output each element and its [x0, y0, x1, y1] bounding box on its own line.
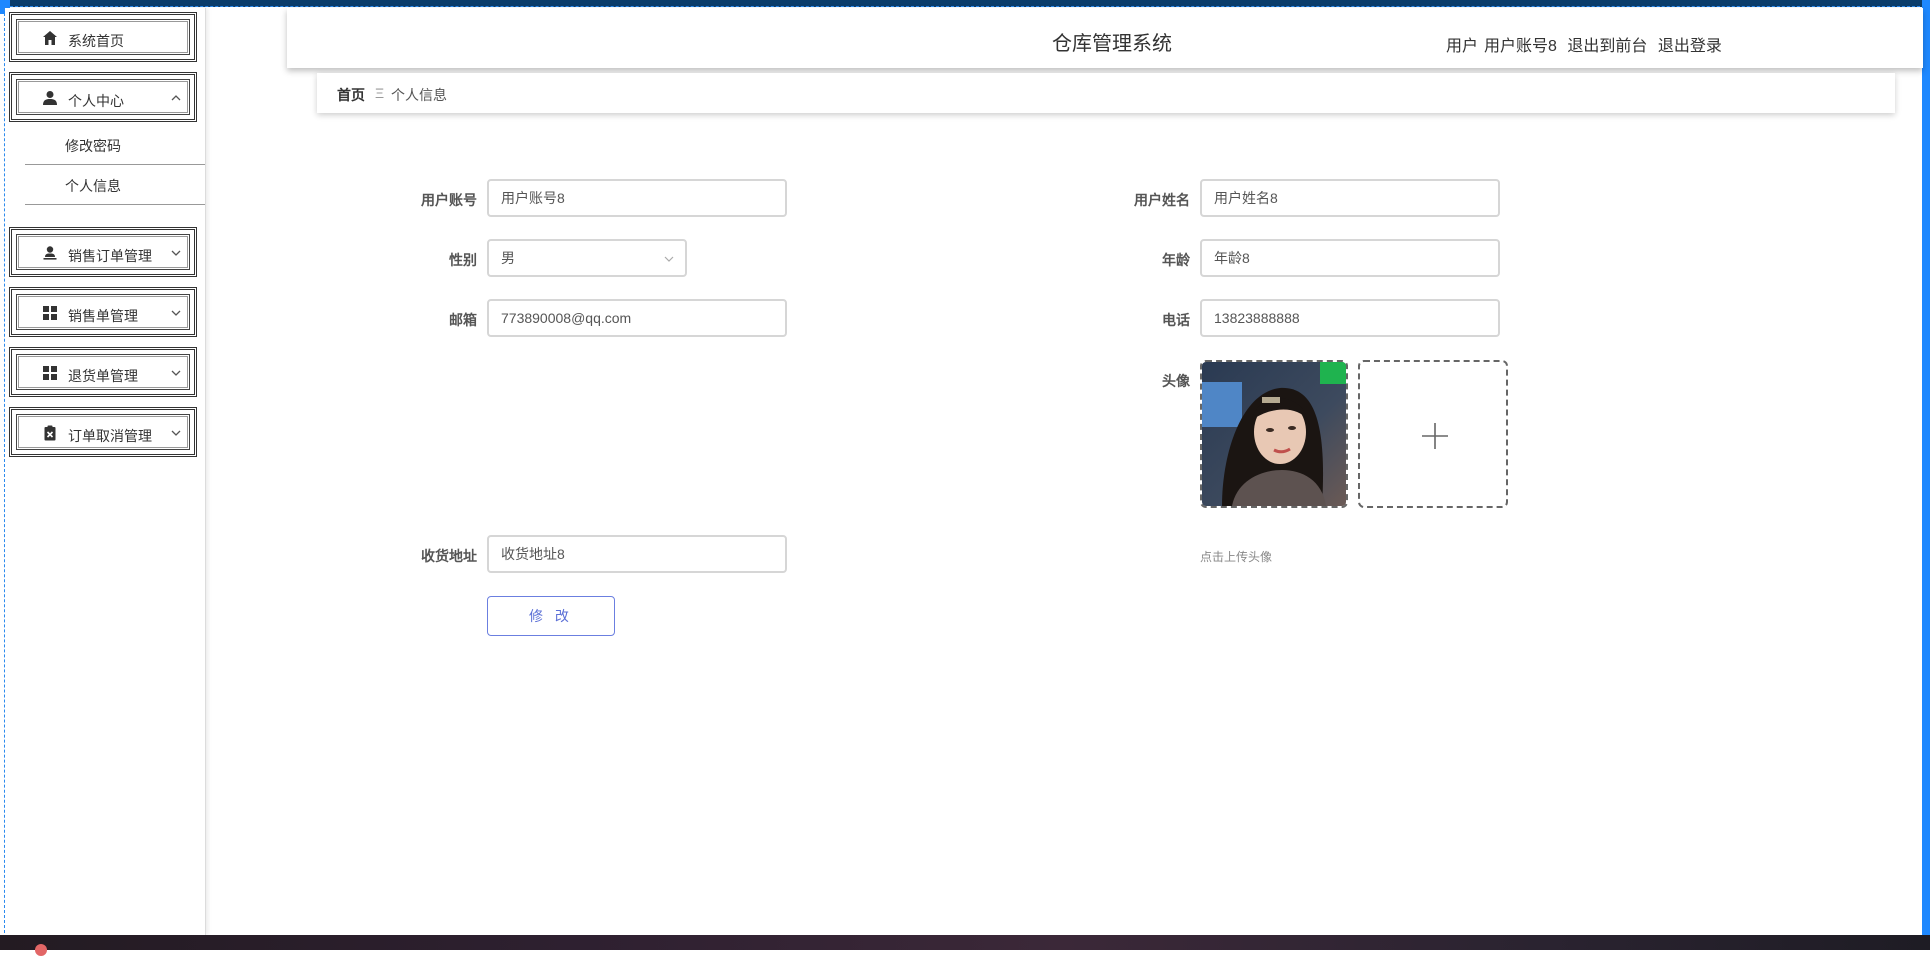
phone-label: 电话	[1162, 312, 1190, 328]
chevron-down-icon	[171, 430, 181, 436]
chevron-down-icon	[171, 370, 181, 376]
logout-link[interactable]: 退出登录	[1658, 38, 1722, 55]
chevron-down-icon	[171, 250, 181, 256]
sidebar-item-personal-info[interactable]: 个人信息	[25, 166, 205, 205]
app-title: 仓库管理系统	[1052, 33, 1172, 55]
menu-item-personal-center[interactable]: 个人中心	[9, 72, 197, 122]
menu-label-return: 退货单管理	[68, 368, 138, 384]
taskbar-app-icon	[35, 944, 47, 956]
email-field[interactable]	[487, 299, 787, 337]
menu-item-sales-order[interactable]: 销售订单管理	[9, 227, 197, 277]
exit-to-front-link[interactable]: 退出到前台	[1567, 38, 1647, 55]
address-label: 收货地址	[421, 548, 477, 564]
gender-selected-value: 男	[501, 250, 515, 266]
taskbar	[0, 935, 1930, 956]
email-label: 邮箱	[449, 312, 477, 328]
home-icon	[43, 31, 57, 45]
submit-button[interactable]: 修 改	[487, 596, 615, 636]
clipboard-x-icon	[44, 425, 56, 441]
user-icon	[43, 91, 57, 105]
upload-hint: 点击上传头像	[1200, 550, 1273, 564]
user-prefix: 用户	[1446, 38, 1479, 55]
age-label: 年龄	[1162, 252, 1190, 268]
top-strip	[0, 0, 1930, 7]
menu-item-cancel[interactable]: 订单取消管理	[9, 407, 197, 457]
name-label: 用户姓名	[1134, 192, 1190, 208]
gender-select[interactable]: 男	[487, 239, 687, 277]
grid-icon	[43, 306, 57, 320]
username: 用户账号8	[1484, 38, 1557, 55]
breadcrumb: 首页 Ξ 个人信息	[317, 73, 1895, 113]
menu-label-personal-center: 个人中心	[68, 93, 124, 109]
sidebar-item-label: 修改密码	[65, 138, 121, 154]
user-info: 用户 用户账号8 退出到前台 退出登录	[1446, 32, 1728, 56]
right-edge-bar	[1922, 0, 1930, 935]
breadcrumb-separator: Ξ	[375, 85, 385, 101]
account-field[interactable]	[487, 179, 787, 217]
phone-field[interactable]	[1200, 299, 1500, 337]
menu-label-home: 系统首页	[68, 33, 124, 49]
breadcrumb-home[interactable]: 首页	[337, 85, 365, 105]
chevron-down-icon	[664, 256, 674, 262]
avatar-photo	[1202, 362, 1346, 506]
name-field[interactable]	[1200, 179, 1500, 217]
menu-label-sales: 销售单管理	[68, 308, 138, 324]
age-field[interactable]	[1200, 239, 1500, 277]
breadcrumb-current: 个人信息	[391, 87, 447, 103]
sidebar: 系统首页 个人中心 修改密码 个人信息 销售订单管理 销售单管理 退货单管理 订…	[5, 8, 206, 935]
avatar-preview[interactable]	[1200, 360, 1348, 508]
sidebar-item-change-password[interactable]: 修改密码	[25, 126, 205, 165]
account-label: 用户账号	[421, 192, 477, 208]
menu-label-sales-order: 销售订单管理	[68, 248, 152, 264]
top-header: 仓库管理系统 用户 用户账号8 退出到前台 退出登录	[287, 8, 1923, 68]
gender-label: 性别	[449, 252, 477, 268]
avatar-upload-button[interactable]	[1358, 360, 1508, 508]
menu-label-cancel: 订单取消管理	[68, 428, 152, 444]
plus-icon	[1422, 423, 1448, 449]
person-icon	[43, 246, 57, 260]
menu-item-home[interactable]: 系统首页	[9, 12, 197, 62]
avatar-label: 头像	[1162, 373, 1190, 389]
chevron-up-icon	[171, 95, 181, 101]
sidebar-item-label: 个人信息	[65, 178, 121, 194]
grid-icon	[43, 366, 57, 380]
chevron-down-icon	[171, 310, 181, 316]
menu-item-sales[interactable]: 销售单管理	[9, 287, 197, 337]
address-field[interactable]	[487, 535, 787, 573]
menu-item-return[interactable]: 退货单管理	[9, 347, 197, 397]
